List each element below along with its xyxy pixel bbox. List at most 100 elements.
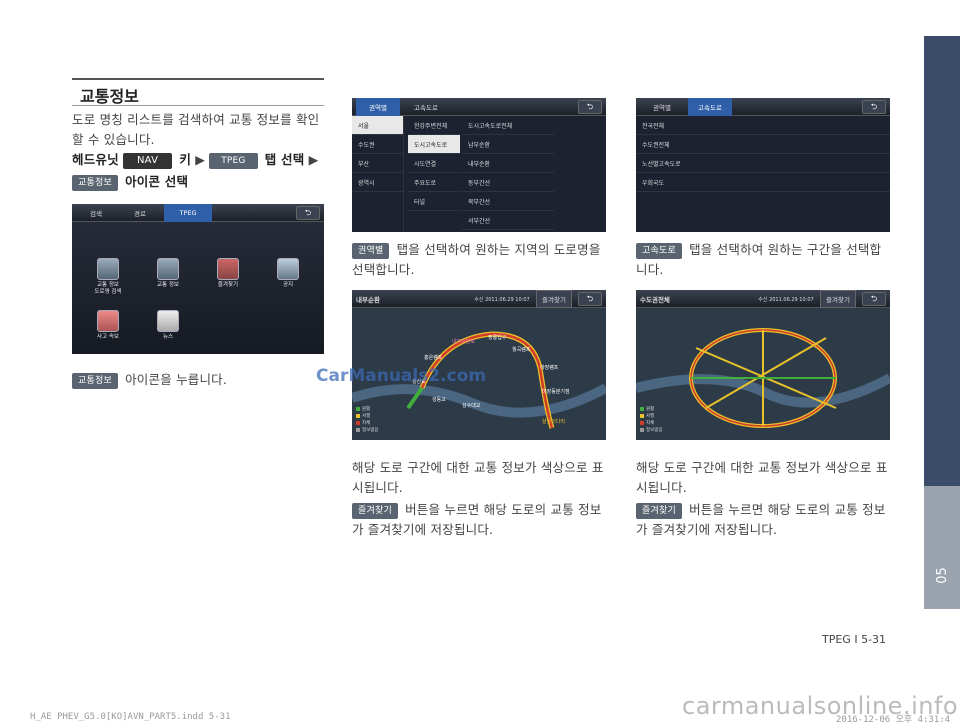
chapter-marker: 05: [924, 486, 960, 609]
map-label: 내부순환로: [452, 339, 476, 345]
app-road-search[interactable]: 교통 정보 도로명 검색: [84, 258, 132, 296]
region-column: 서울 수도권 부산 광역시: [352, 116, 404, 232]
tab-region[interactable]: 권역별: [356, 98, 400, 116]
list-item[interactable]: 도시고속도로전체: [462, 116, 554, 135]
caption-2: 권역별 탭을 선택하여 원하는 지역의 도로명을 선택합니다.: [352, 242, 601, 277]
page-number: TPEG I 5-31: [822, 633, 887, 646]
list-item[interactable]: 수도권: [352, 135, 403, 154]
favorites-chip: 즐겨찾기: [636, 502, 682, 519]
map-label: 마장램프: [540, 365, 559, 371]
region-map: 원활 서행 지체 정보없음: [636, 308, 890, 440]
star-traffic-icon: [217, 258, 239, 280]
print-footer-left: H_AE PHEV_G5.0[KO]AVN_PART5.indd 5-31: [30, 712, 231, 722]
list-item[interactable]: 서울: [352, 116, 403, 135]
chapter-tab: 05: [924, 36, 960, 609]
watermark: carmanualsonline.info: [682, 692, 959, 720]
map-label: 성수대교: [462, 403, 481, 409]
back-button[interactable]: ⮌: [862, 292, 886, 306]
list-item[interactable]: 시도연결: [408, 154, 460, 173]
intro-text: 도로 명칭 리스트를 검색하여 교통 정보를 확인 할 수 있습니다.: [72, 112, 320, 147]
tpeg-tab-chip: TPEG: [209, 152, 258, 169]
map-title: 내부순환: [356, 296, 380, 304]
region-map-screen: 수도권전체 수신 2011.06.29 10:07 즐겨찾기 ⮌ 원활 서행 지…: [636, 290, 890, 440]
map-label: 살곶이다리: [542, 419, 566, 425]
list-item[interactable]: 전국전체: [636, 116, 890, 135]
tab-route[interactable]: 경로: [120, 204, 160, 222]
road-column: 도시고속도로전체 남부순환 내부순환 동부간선 북부간선 서부간선: [462, 116, 554, 232]
nav-key-chip: NAV: [123, 152, 173, 169]
map-label: 성동교: [432, 397, 446, 403]
expressway-list-screen: 권역별 고속도로 ⮌ 전국전체 수도권전체 노선별고속도로 우회국도: [636, 98, 890, 232]
map-label: 월곡램프: [512, 347, 531, 353]
traffic-light-icon: [157, 258, 179, 280]
back-button[interactable]: ⮌: [578, 100, 602, 114]
caption-3: 고속도로 탭을 선택하여 원하는 구간을 선택합 니다.: [636, 242, 882, 277]
region-list-screen: 권역별 고속도로 ⮌ 서울 수도권 부산 광역시 한강주변전체 도시고속도로 시…: [352, 98, 606, 232]
road-map-screen: 내부순환 수신 2011.06.29 10:07 즐겨찾기 ⮌ 내부순환로 정릉…: [352, 290, 606, 440]
map-topbar: 내부순환 수신 2011.06.29 10:07 즐겨찾기 ⮌: [352, 290, 606, 308]
back-button[interactable]: ⮌: [578, 292, 602, 306]
list-item[interactable]: 광역시: [352, 173, 403, 192]
tpeg-menu-screen: 검색 경로 TPEG ⮌ 교통 정보 도로명 검색 교통 정보 즐겨찾기 공지 …: [72, 204, 324, 354]
back-button[interactable]: ⮌: [296, 206, 320, 220]
app-news[interactable]: 뉴스: [144, 310, 192, 341]
steps: 헤드유닛 NAV 키 ▶ TPEG 탭 선택 ▶ 교통정보 아이콘 선택: [72, 152, 319, 191]
tab-expressway[interactable]: 고속도로: [688, 98, 732, 116]
app-favorites[interactable]: 즐겨찾기: [204, 258, 252, 289]
list-item[interactable]: 남부순환: [462, 135, 554, 154]
favorite-button[interactable]: 즐겨찾기: [536, 290, 572, 308]
chapter-tab-top: [924, 36, 960, 486]
map-title: 수도권전체: [640, 296, 670, 304]
list-item[interactable]: 터널: [408, 192, 460, 211]
description-left: 해당 도로 구간에 대한 교통 정보가 색상으로 표 시됩니다. 즐겨찾기 버튼…: [352, 460, 604, 537]
traffic-light-icon: [97, 258, 119, 280]
traffic-info-chip: 교통정보: [72, 372, 118, 389]
app-grid: 교통 정보 도로명 검색 교통 정보 즐겨찾기 공지 사고 속보 뉴스: [72, 222, 324, 354]
tab-expressway[interactable]: 고속도로: [404, 98, 448, 116]
map-label: 정릉입구: [488, 335, 507, 341]
traffic-cone-icon: [97, 310, 119, 332]
app-notice[interactable]: 공지: [264, 258, 312, 289]
back-button[interactable]: ⮌: [862, 100, 886, 114]
map-label: 홍은램프: [424, 355, 443, 361]
screen-topbar: 권역별 고속도로 ⮌: [352, 98, 606, 116]
list-item[interactable]: 노선별고속도로: [636, 154, 890, 173]
description-right: 해당 도로 구간에 대한 교통 정보가 색상으로 표 시됩니다. 즐겨찾기 버튼…: [636, 460, 888, 537]
megaphone-icon: [277, 258, 299, 280]
list-item[interactable]: 우회국도: [636, 173, 890, 192]
list-item[interactable]: 서부간선: [462, 211, 554, 230]
app-traffic-info[interactable]: 교통 정보: [144, 258, 192, 289]
region-chip: 권역별: [352, 242, 390, 259]
newspaper-icon: [157, 310, 179, 332]
map-timestamp: 수신 2011.06.29 10:07: [474, 296, 530, 303]
category-column: 한강주변전체 도시고속도로 시도연결 주요도로 터널: [408, 116, 460, 232]
list-item[interactable]: 북부간선: [462, 192, 554, 211]
section-title: 교통정보: [72, 78, 324, 106]
favorite-button[interactable]: 즐겨찾기: [820, 290, 856, 308]
list-item[interactable]: 도시고속도로: [408, 135, 460, 154]
map-legend: 원활 서행 지체 정보없음: [640, 406, 663, 434]
list-item[interactable]: 한강주변전체: [408, 116, 460, 135]
map-timestamp: 수신 2011.06.29 10:07: [758, 296, 814, 303]
traffic-info-chip: 교통정보: [72, 174, 118, 191]
expressway-chip: 고속도로: [636, 242, 682, 259]
map-label: 마장동분기점: [542, 389, 570, 395]
map-legend: 원활 서행 지체 정보없음: [356, 406, 379, 434]
app-accident-news[interactable]: 사고 속보: [84, 310, 132, 341]
list-item[interactable]: 수도권전체: [636, 135, 890, 154]
tab-search[interactable]: 검색: [76, 204, 116, 222]
list-item[interactable]: 부산: [352, 154, 403, 173]
map-topbar: 수도권전체 수신 2011.06.29 10:07 즐겨찾기 ⮌: [636, 290, 890, 308]
favorites-chip: 즐겨찾기: [352, 502, 398, 519]
tab-region[interactable]: 권역별: [640, 98, 684, 116]
screen-topbar: 권역별 고속도로 ⮌: [636, 98, 890, 116]
region-map-graphic: [636, 328, 890, 428]
list-item[interactable]: 주요도로: [408, 173, 460, 192]
list-item[interactable]: 동부간선: [462, 173, 554, 192]
list-item[interactable]: 내부순환: [462, 154, 554, 173]
screen-topbar: 검색 경로 TPEG ⮌: [72, 204, 324, 222]
caption-1: 교통정보 아이콘을 누릅니다.: [72, 370, 328, 390]
watermark: CarManuals2.com: [316, 366, 487, 386]
tab-tpeg[interactable]: TPEG: [164, 204, 212, 222]
expressway-list: 전국전체 수도권전체 노선별고속도로 우회국도: [636, 116, 890, 232]
